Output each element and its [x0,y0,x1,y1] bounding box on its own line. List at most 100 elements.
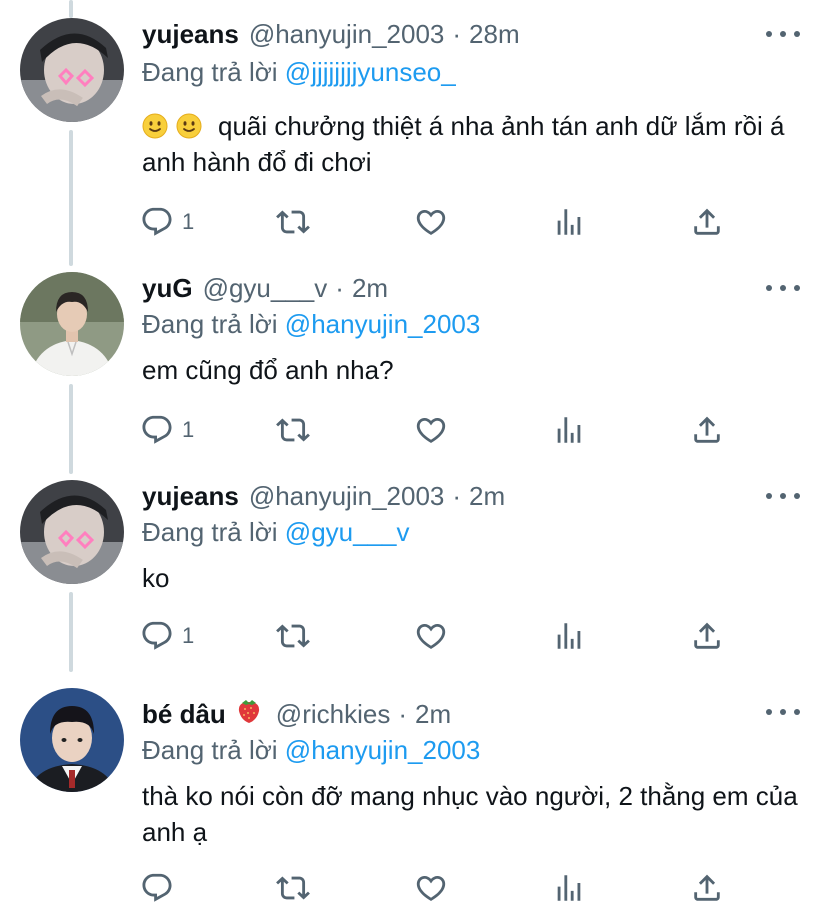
thread-connector [69,0,73,18]
display-name[interactable]: yuG [142,270,193,306]
username[interactable]: @hanyujin_2003 [249,16,445,52]
share-icon [690,413,724,447]
thread-connector [69,130,73,266]
share-icon [690,871,724,905]
like-icon [414,413,448,447]
tweet-header: yuG @gyu___v · 2m [142,270,758,306]
avatar[interactable] [20,480,124,584]
replying-to: Đang trả lời @jjjjjjjjyunseo_ [142,54,456,90]
like-button[interactable] [414,616,448,656]
replying-to-label: Đang trả lời [142,309,278,339]
more-icon[interactable] [766,697,800,727]
more-icon[interactable] [766,273,800,303]
timestamp[interactable]: 2m [352,270,388,306]
tweet-body: em cũng đổ anh nha? [142,355,394,385]
like-button[interactable] [414,202,448,242]
analytics-button[interactable] [552,202,586,242]
timestamp[interactable]: 2m [415,696,451,732]
tweet-text: ko [142,560,802,596]
share-icon [690,205,724,239]
tweet-header: yujeans @hanyujin_2003 · 2m [142,478,758,514]
display-name[interactable]: yujeans [142,16,239,52]
username[interactable]: @hanyujin_2003 [249,478,445,514]
share-button[interactable] [690,202,724,242]
reply-icon [140,619,174,653]
analytics-button[interactable] [552,410,586,450]
mention-link[interactable]: @gyu___v [285,517,410,547]
tweet-actions: 1 [140,616,740,656]
tweet-body: quãi chưởng thiệt á nha ảnh tán anh dữ l… [142,111,785,177]
separator-dot: · [398,699,407,729]
username[interactable]: @gyu___v [203,270,328,306]
analytics-icon [552,205,586,239]
tweet-body: thà ko nói còn đỡ mang nhục vào người, 2… [142,781,798,847]
tweet-text: em cũng đổ anh nha? [142,352,802,388]
tweet-actions [140,868,740,908]
analytics-button[interactable] [552,616,586,656]
like-button[interactable] [414,868,448,908]
reply-count: 1 [182,623,195,648]
mention-link[interactable]: @jjjjjjjjyunseo_ [285,57,456,87]
display-name[interactable]: bé dâu [142,696,226,732]
thread-connector [69,384,73,474]
reply-button[interactable]: 1 [140,410,194,450]
reply-button[interactable] [140,868,182,908]
separator-dot: · [452,19,462,49]
slightly-smiling-face-icon [142,113,168,139]
separator-dot: · [452,481,462,511]
reply-icon [140,413,174,447]
timestamp[interactable]: 2m [469,478,505,514]
replying-to: Đang trả lời @hanyujin_2003 [142,306,480,342]
retweet-icon [276,205,310,239]
tweet-actions: 1 [140,410,740,450]
tweet-header: yujeans @hanyujin_2003 · 28m [142,16,758,52]
replying-to: Đang trả lời @gyu___v [142,514,410,550]
retweet-icon [276,619,310,653]
reply-icon [140,205,174,239]
thread-connector [69,592,73,672]
display-name[interactable]: yujeans [142,478,239,514]
analytics-icon [552,619,586,653]
retweet-button[interactable] [276,868,310,908]
replying-to-label: Đang trả lời [142,517,278,547]
analytics-button[interactable] [552,868,586,908]
reply-button[interactable]: 1 [140,616,194,656]
tweet-header: bé dâu @richkies · 2m [142,696,758,732]
like-button[interactable] [414,410,448,450]
separator-dot: · [335,273,344,303]
replying-to-label: Đang trả lời [142,57,278,87]
retweet-icon [276,413,310,447]
reply-count: 1 [182,209,195,234]
username[interactable]: @richkies [276,696,391,732]
retweet-button[interactable] [276,410,310,450]
like-icon [414,619,448,653]
more-icon[interactable] [766,481,800,511]
tweet-text: thà ko nói còn đỡ mang nhục vào người, 2… [142,778,802,850]
replying-to-label: Đang trả lời [142,735,278,765]
reply-count: 1 [182,417,195,442]
tweet-text: quãi chưởng thiệt á nha ảnh tán anh dữ l… [142,108,802,180]
retweet-button[interactable] [276,202,310,242]
analytics-icon [552,871,586,905]
like-icon [414,205,448,239]
reply-button[interactable]: 1 [140,202,194,242]
retweet-button[interactable] [276,616,310,656]
slightly-smiling-face-icon [176,113,202,139]
share-button[interactable] [690,868,724,908]
more-icon[interactable] [766,19,800,49]
mention-link[interactable]: @hanyujin_2003 [285,309,481,339]
strawberry-icon [236,696,262,733]
tweet-body: ko [142,563,170,593]
retweet-icon [276,871,310,905]
share-icon [690,619,724,653]
timestamp[interactable]: 28m [469,16,520,52]
like-icon [414,871,448,905]
avatar[interactable] [20,688,124,792]
avatar[interactable] [20,18,124,122]
avatar[interactable] [20,272,124,376]
mention-link[interactable]: @hanyujin_2003 [285,735,481,765]
tweet-actions: 1 [140,202,740,242]
share-button[interactable] [690,410,724,450]
share-button[interactable] [690,616,724,656]
replying-to: Đang trả lời @hanyujin_2003 [142,732,480,768]
